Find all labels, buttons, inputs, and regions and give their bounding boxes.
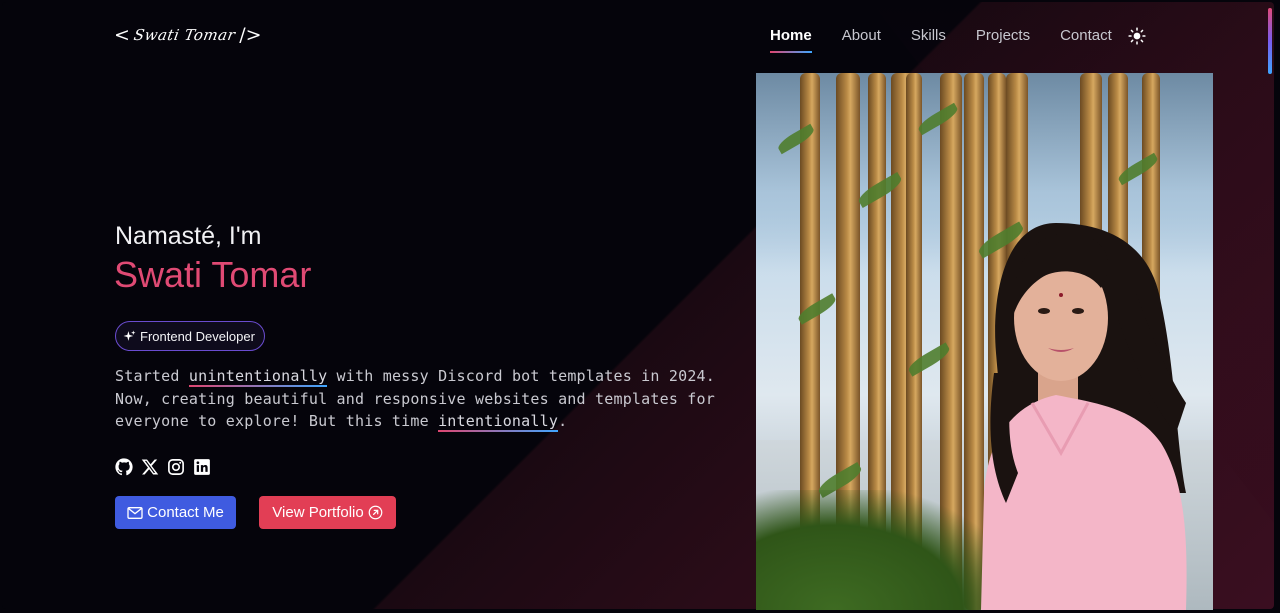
hero-greeting: Namasté, I'm: [115, 222, 262, 250]
role-badge-label: Frontend Developer: [140, 328, 255, 344]
main-nav: Home About Skills Projects Contact: [770, 26, 1146, 53]
nav-item-home[interactable]: Home: [770, 27, 812, 53]
logo-open-bracket: <: [114, 24, 130, 46]
social-links: [115, 458, 211, 476]
role-badge: Frontend Developer: [115, 321, 265, 351]
highlight-intentionally: intentionally: [438, 412, 559, 432]
nav-item-about[interactable]: About: [842, 27, 881, 50]
envelope-icon: [127, 506, 143, 519]
sparkle-icon: [123, 330, 136, 341]
logo[interactable]: < Swati Tomar />: [114, 22, 262, 48]
scrollbar-thumb[interactable]: [1268, 8, 1272, 74]
view-portfolio-button[interactable]: View Portfolio: [259, 496, 396, 529]
hero-name: Swati Tomar: [114, 254, 312, 295]
sun-icon[interactable]: [1128, 26, 1146, 45]
instagram-icon[interactable]: [167, 458, 185, 476]
view-portfolio-label: View Portfolio: [272, 504, 364, 521]
contact-me-label: Contact Me: [147, 504, 224, 521]
arrow-up-right-circle-icon: [368, 505, 383, 520]
nav-item-projects[interactable]: Projects: [976, 27, 1030, 50]
highlight-unintentionally: unintentionally: [188, 367, 328, 387]
profile-photo: [756, 73, 1213, 610]
description-text: .: [558, 412, 568, 430]
hero-description: Started unintentionally with messy Disco…: [115, 365, 725, 433]
person-illustration: [981, 223, 1187, 610]
nav-item-skills[interactable]: Skills: [911, 27, 946, 50]
description-text: Started: [115, 367, 189, 385]
nav-item-contact[interactable]: Contact: [1060, 27, 1112, 50]
logo-close-bracket: />: [239, 24, 262, 46]
logo-signature: Swati Tomar: [132, 26, 237, 44]
github-icon[interactable]: [115, 458, 133, 476]
linkedin-icon[interactable]: [193, 458, 211, 476]
x-icon[interactable]: [141, 458, 159, 476]
contact-me-button[interactable]: Contact Me: [115, 496, 236, 529]
